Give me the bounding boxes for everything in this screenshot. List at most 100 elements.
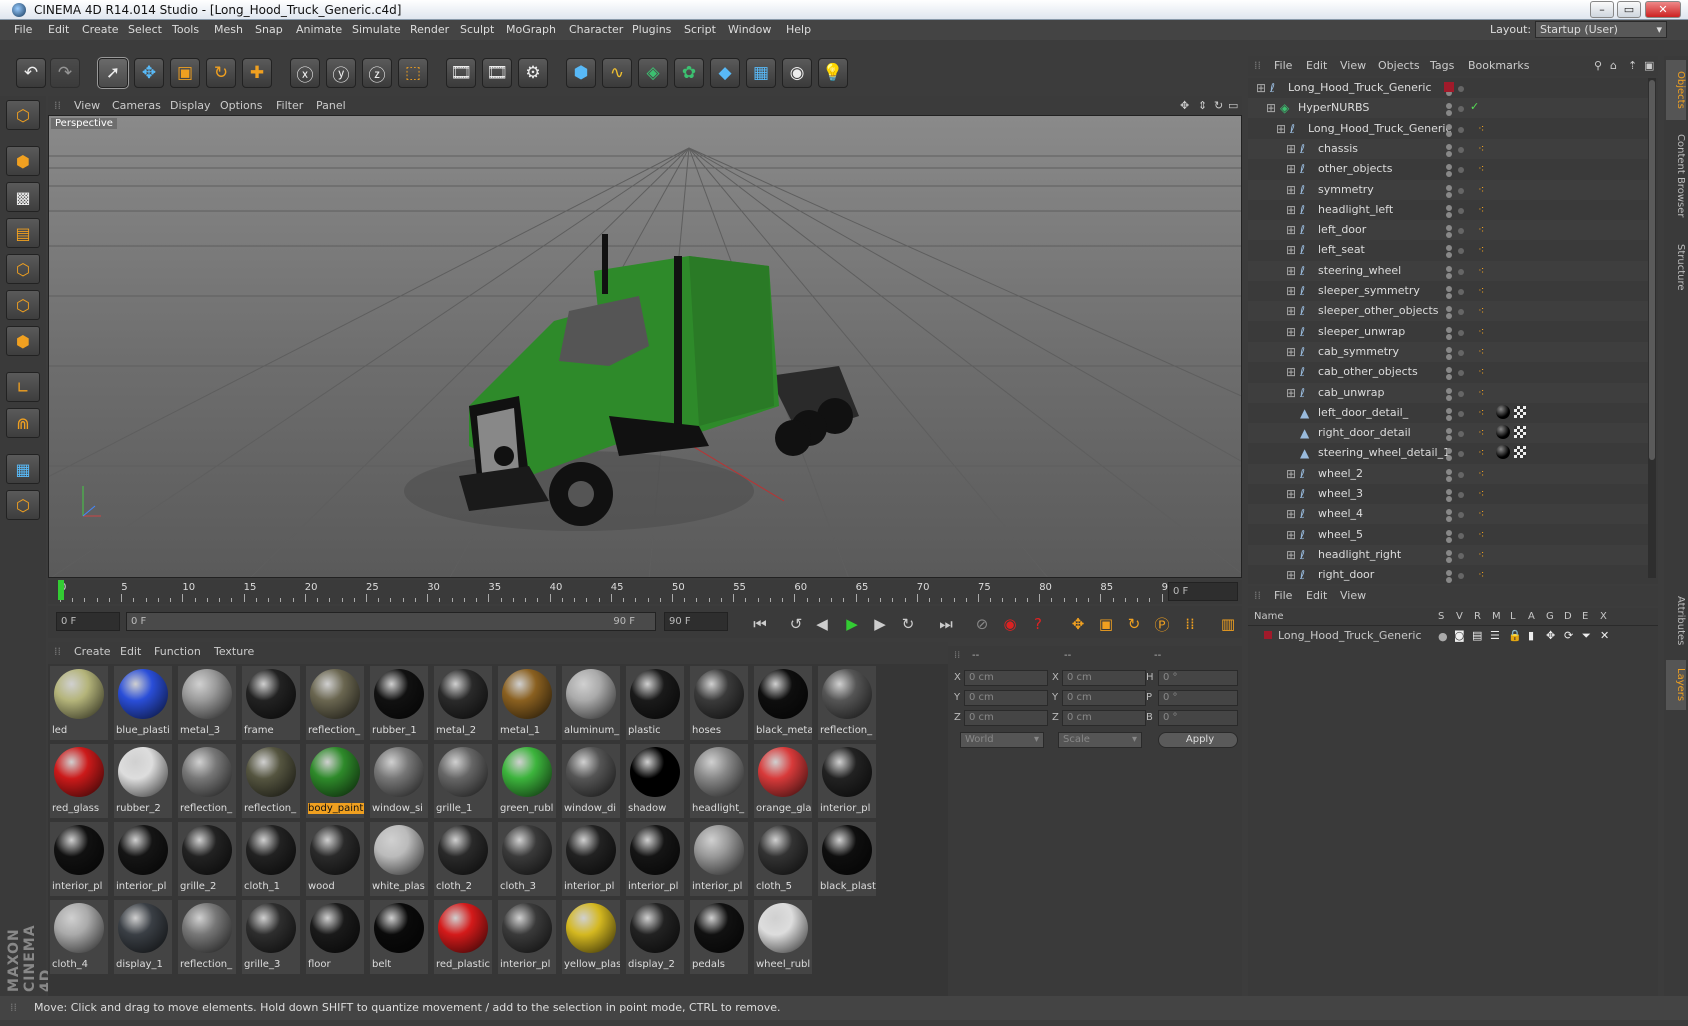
objects-menu-edit[interactable]: Edit (1306, 59, 1327, 72)
layer-dot[interactable] (1458, 410, 1464, 417)
protection-tag-icon[interactable]: ⁖ (1478, 488, 1490, 500)
material-menu-edit[interactable]: Edit (120, 645, 141, 658)
protection-tag-icon[interactable]: ⁖ (1478, 122, 1490, 135)
layer-dot[interactable] (1458, 552, 1464, 559)
material-swatch[interactable]: wood (306, 822, 364, 896)
protection-tag-icon[interactable]: ⁖ (1478, 569, 1490, 581)
layer-dot[interactable] (1458, 309, 1464, 316)
prev-frame-icon[interactable]: ◀ (810, 612, 834, 636)
expand-toggle-icon[interactable]: ⊞ (1276, 122, 1288, 136)
goto-end-icon[interactable]: ⏭ (934, 612, 958, 636)
protection-tag-icon[interactable]: ⁖ (1478, 264, 1490, 277)
expand-toggle-icon[interactable]: ⊞ (1256, 81, 1268, 95)
object-row[interactable]: ⊞ ℓ wheel_4 ⁖ (1248, 504, 1648, 525)
editor-visibility-dot[interactable] (1446, 407, 1452, 414)
material-swatch[interactable]: grille_2 (178, 822, 236, 896)
protection-tag-icon[interactable]: ⁖ (1478, 386, 1490, 399)
protection-tag-icon[interactable]: ⁖ (1478, 285, 1490, 297)
layer-dot[interactable] (1458, 268, 1464, 275)
expand-toggle-icon[interactable]: ⊞ (1286, 183, 1298, 197)
uvw-tag-icon[interactable] (1514, 446, 1526, 459)
prev-key-icon[interactable]: ↺ (784, 612, 808, 636)
menu-animate[interactable]: Animate (296, 23, 342, 36)
layers-menu-file[interactable]: File (1274, 589, 1292, 602)
tab-structure[interactable]: Structure (1666, 232, 1686, 302)
position-z-field[interactable]: 0 cm (964, 710, 1048, 726)
lock-icon[interactable]: 🔒 (1508, 629, 1522, 642)
material-swatch[interactable]: belt (370, 900, 428, 974)
material-swatch[interactable]: floor (306, 900, 364, 974)
render-picture-viewer-icon[interactable]: 🎞 (482, 58, 512, 88)
expand-toggle-icon[interactable]: ⊞ (1286, 223, 1298, 237)
expand-toggle-icon[interactable]: ⊞ (1286, 264, 1298, 278)
rotate-tool-icon[interactable]: ↻ (206, 58, 236, 88)
render-visibility-dot[interactable] (1446, 556, 1452, 563)
protection-tag-icon[interactable]: ⁖ (1478, 163, 1490, 175)
render-visibility-dot[interactable] (1446, 272, 1452, 279)
viewport-menu-cameras[interactable]: Cameras (112, 99, 161, 112)
protection-tag-icon[interactable]: ⁖ (1478, 508, 1490, 520)
protection-tag-icon[interactable]: ⁖ (1478, 467, 1490, 480)
key-pla-icon[interactable]: ⁞⁞ (1178, 612, 1202, 636)
material-swatch[interactable]: headlight_ (690, 744, 748, 818)
layer-row[interactable]: Long_Hood_Truck_Generic ● ◙ ▤ ☰ 🔒 ▮ ✥ ⟳ … (1248, 628, 1658, 646)
expand-toggle-icon[interactable]: ⊞ (1286, 507, 1298, 521)
tab-content-browser[interactable]: Content Browser (1666, 126, 1686, 226)
material-swatch[interactable]: orange_gla (754, 744, 812, 818)
object-row[interactable]: ⊞ ℓ cab_symmetry ⁖ (1248, 341, 1648, 362)
editor-visibility-dot[interactable] (1446, 509, 1452, 516)
object-row[interactable]: ▲ steering_wheel_detail_1 ⁖ (1248, 443, 1648, 463)
next-key-icon[interactable]: ↻ (896, 612, 920, 636)
position-x-field[interactable]: 0 cm (964, 670, 1048, 686)
layer-dot[interactable] (1458, 86, 1464, 92)
expand-toggle-icon[interactable]: ⊞ (1286, 243, 1298, 257)
render-view-icon[interactable]: 🎞 (446, 58, 476, 88)
material-swatch[interactable]: pedals (690, 900, 748, 974)
material-swatch[interactable]: aluminum_ (562, 666, 620, 740)
generators-icon[interactable]: ✥ (1546, 629, 1555, 642)
current-frame-field[interactable]: 0 F (1168, 582, 1238, 601)
protection-tag-icon[interactable]: ⁖ (1478, 548, 1490, 561)
menu-snap[interactable]: Snap (255, 23, 283, 36)
workplane-icon[interactable]: ▤ (6, 218, 40, 248)
manager-icon[interactable]: ☰ (1490, 629, 1500, 642)
render-visibility-dot[interactable] (1446, 516, 1452, 523)
editor-visibility-dot[interactable] (1446, 428, 1452, 435)
expand-toggle-icon[interactable]: ⊞ (1286, 203, 1298, 217)
material-swatch[interactable]: shadow (626, 744, 684, 818)
points-mode-icon[interactable]: ⬡ (6, 254, 40, 284)
menu-file[interactable]: File (14, 23, 32, 36)
editor-visibility-dot[interactable] (1446, 245, 1452, 252)
uvw-tag-icon[interactable] (1514, 426, 1526, 439)
protection-tag-icon[interactable]: ⁖ (1478, 203, 1490, 216)
material-swatch[interactable]: black_meta (754, 666, 812, 740)
objects-menu-file[interactable]: File (1274, 59, 1292, 72)
menu-render[interactable]: Render (410, 23, 449, 36)
render-settings-icon[interactable]: ⚙ (518, 58, 548, 88)
viewport-menu-view[interactable]: View (74, 99, 100, 112)
protection-tag-icon[interactable]: ⁖ (1478, 325, 1490, 338)
material-menu-create[interactable]: Create (74, 645, 111, 658)
edges-mode-icon[interactable]: ⬡ (6, 290, 40, 320)
expand-toggle-icon[interactable]: ⊞ (1286, 548, 1298, 562)
object-row[interactable]: ⊞ ℓ sleeper_symmetry ⁖ (1248, 281, 1648, 301)
editor-visibility-dot[interactable] (1446, 143, 1452, 150)
material-swatch[interactable]: interior_pl (690, 822, 748, 896)
editor-visibility-dot[interactable] (1446, 529, 1452, 536)
render-visibility-dot[interactable] (1446, 110, 1452, 117)
menu-sculpt[interactable]: Sculpt (460, 23, 494, 36)
material-swatch[interactable]: display_2 (626, 900, 684, 974)
material-swatch[interactable]: cloth_5 (754, 822, 812, 896)
tab-objects[interactable]: Objects (1666, 60, 1686, 120)
uvw-tag-icon[interactable] (1514, 405, 1526, 418)
viewport-menu-display[interactable]: Display (170, 99, 211, 112)
object-row[interactable]: ⊞ ℓ other_objects ⁖ (1248, 159, 1648, 179)
viewport-menu-panel[interactable]: Panel (316, 99, 346, 112)
material-swatch[interactable]: white_plas (370, 822, 428, 896)
editor-visibility-dot[interactable] (1446, 103, 1452, 110)
material-tag-icon[interactable] (1496, 404, 1510, 419)
size-z-field[interactable]: 0 cm (1062, 710, 1146, 726)
keyframe-selection-icon[interactable]: ? (1026, 612, 1050, 636)
objects-menu-objects[interactable]: Objects (1378, 59, 1420, 72)
object-row[interactable]: ⊞ ℓ wheel_5 ⁖ (1248, 525, 1648, 545)
